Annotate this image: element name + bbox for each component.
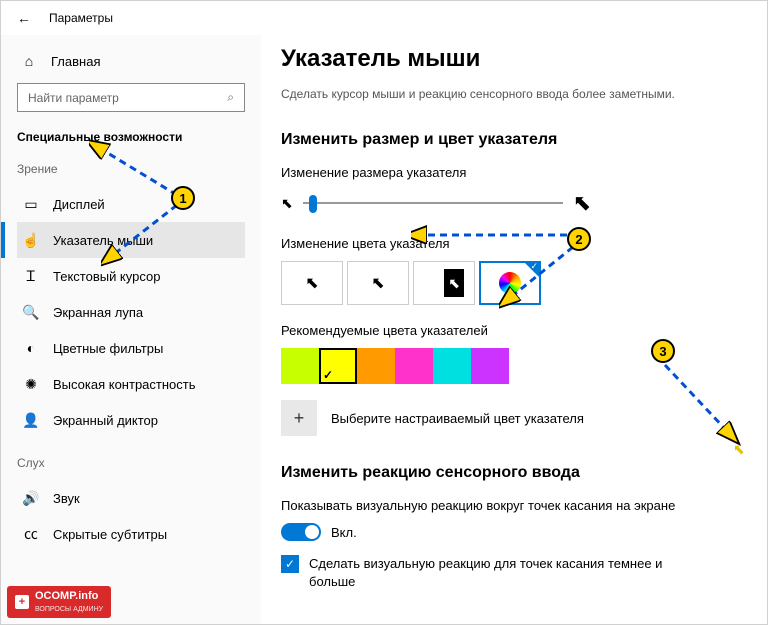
window-title: Параметры <box>49 11 113 25</box>
swatch-cyan[interactable] <box>433 348 471 384</box>
nav-item-label: Высокая контрастность <box>53 377 196 392</box>
nav-item-label: Текстовый курсор <box>53 269 160 284</box>
nav-item-label: Экранный диктор <box>53 413 158 428</box>
watermark-tag: ВОПРОСЫ АДМИНУ <box>35 606 103 613</box>
swatch-lime[interactable] <box>281 348 319 384</box>
nav-item-label: Указатель мыши <box>53 233 153 248</box>
search-placeholder: Найти параметр <box>28 91 119 105</box>
slider-thumb[interactable] <box>309 195 317 213</box>
swatch-pink[interactable] <box>395 348 433 384</box>
touch-feedback-toggle[interactable] <box>281 523 321 541</box>
nav-high-contrast[interactable]: ✺ Высокая контрастность <box>17 366 245 402</box>
display-icon: ▭ <box>23 196 39 212</box>
magnifier-icon: 🔍 <box>23 304 39 320</box>
back-button[interactable]: ← <box>17 10 31 26</box>
pointer-color-inverted[interactable]: ⬉ <box>413 261 475 305</box>
cursor-small-icon: ⬉ <box>281 195 293 212</box>
cursor-large-icon: ⬉ <box>573 190 591 216</box>
sidebar: ⌂ Главная Найти параметр ⌕ Специальные в… <box>1 35 261 624</box>
yellow-cursor-icon: ⬉ <box>733 441 745 458</box>
watermark-plus-icon: + <box>15 595 29 609</box>
section-size-color: Изменить размер и цвет указателя <box>281 131 737 149</box>
search-icon: ⌕ <box>227 90 234 105</box>
nav-home[interactable]: ⌂ Главная <box>17 45 245 83</box>
toggle-on-label: Вкл. <box>331 525 357 540</box>
nav-item-label: Скрытые субтитры <box>53 527 167 542</box>
section-accessibility: Специальные возможности <box>17 130 245 144</box>
section-touch: Изменить реакцию сенсорного ввода <box>281 464 737 482</box>
nav-magnifier[interactable]: 🔍 Экранная лупа <box>17 294 245 330</box>
touch-darker-checkbox[interactable]: ✓ <box>281 555 299 573</box>
nav-sound[interactable]: 🔊 Звук <box>17 480 245 516</box>
nav-item-label: Экранная лупа <box>53 305 143 320</box>
narrator-icon: 👤 <box>23 412 39 428</box>
contrast-icon: ✺ <box>23 376 39 392</box>
nav-item-label: Дисплей <box>53 197 105 212</box>
size-label: Изменение размера указателя <box>281 165 737 180</box>
color-filter-icon: ◐ <box>23 340 39 356</box>
nav-narrator[interactable]: 👤 Экранный диктор <box>17 402 245 438</box>
touch-desc: Показывать визуальную реакцию вокруг точ… <box>281 498 681 513</box>
text-cursor-icon: Ꮖ <box>23 268 39 284</box>
swatch-purple[interactable] <box>471 348 509 384</box>
color-label: Изменение цвета указателя <box>281 236 737 251</box>
pointer-color-black[interactable]: ⬉ <box>347 261 409 305</box>
touch-darker-label: Сделать визуальную реакцию для точек кас… <box>309 555 669 591</box>
watermark-brand: OCOMP.info <box>35 590 98 602</box>
annotation-badge-1: 1 <box>171 186 195 210</box>
rainbow-icon <box>499 272 521 294</box>
annotation-badge-2: 2 <box>567 227 591 251</box>
nav-item-label: Цветные фильтры <box>53 341 163 356</box>
watermark: + OCOMP.info ВОПРОСЫ АДМИНУ <box>7 586 111 618</box>
swatch-orange[interactable] <box>357 348 395 384</box>
main-content: Указатель мыши Сделать курсор мыши и реа… <box>261 35 767 624</box>
nav-item-label: Звук <box>53 491 80 506</box>
page-title: Указатель мыши <box>281 45 737 73</box>
pointer-color-custom[interactable] <box>479 261 541 305</box>
nav-home-label: Главная <box>51 54 100 69</box>
search-input[interactable]: Найти параметр ⌕ <box>17 83 245 112</box>
captions-icon: ㏄ <box>23 526 39 542</box>
nav-captions[interactable]: ㏄ Скрытые субтитры <box>17 516 245 552</box>
annotation-badge-3: 3 <box>651 339 675 363</box>
nav-text-cursor[interactable]: Ꮖ Текстовый курсор <box>17 258 245 294</box>
group-vision: Зрение <box>17 162 245 176</box>
pointer-color-white[interactable]: ⬉ <box>281 261 343 305</box>
home-icon: ⌂ <box>21 53 37 69</box>
nav-mouse-pointer[interactable]: ☝ Указатель мыши <box>17 222 245 258</box>
page-subtitle: Сделать курсор мыши и реакцию сенсорного… <box>281 85 737 103</box>
custom-color-label: Выберите настраиваемый цвет указателя <box>331 411 584 426</box>
sound-icon: 🔊 <box>23 490 39 506</box>
nav-display[interactable]: ▭ Дисплей <box>17 186 245 222</box>
swatch-yellow[interactable] <box>319 348 357 384</box>
recommended-label: Рекомендуемые цвета указателей <box>281 323 737 338</box>
pointer-size-slider[interactable] <box>303 202 563 204</box>
nav-color-filters[interactable]: ◐ Цветные фильтры <box>17 330 245 366</box>
add-custom-color-button[interactable]: + <box>281 400 317 436</box>
group-hearing: Слух <box>17 456 245 470</box>
pointer-icon: ☝ <box>23 232 39 248</box>
